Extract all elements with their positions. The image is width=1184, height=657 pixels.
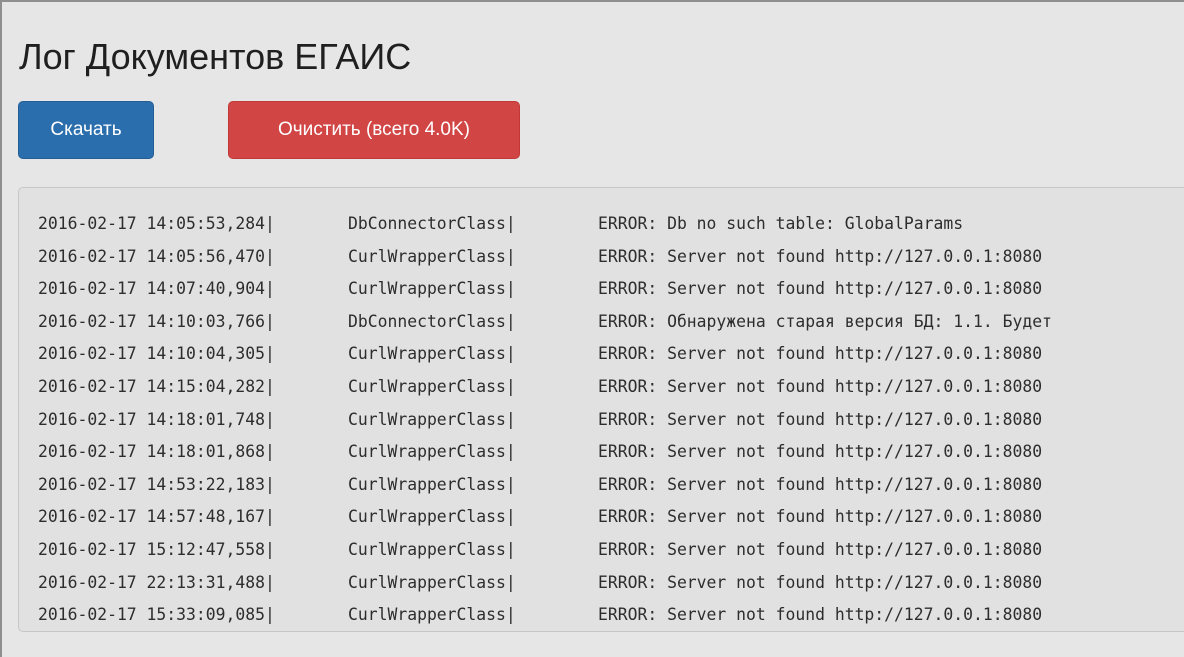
log-source: CurlWrapperClass| — [348, 474, 516, 494]
log-message: ERROR: Server not found http://127.0.0.1… — [598, 279, 1043, 299]
log-entry: 2016-02-17 22:13:31,488| CurlWrapperClass… — [38, 567, 1052, 600]
log-timestamp: 2016-02-17 15:33:09,085| — [38, 605, 275, 625]
log-message: ERROR: Db no such table: GlobalParams — [598, 214, 964, 233]
download-button[interactable]: Скачать — [18, 101, 154, 159]
log-message: ERROR: Server not found http://127.0.0.1… — [598, 344, 1043, 364]
log-timestamp: 2016-02-17 14:15:04,282| — [38, 376, 275, 396]
clear-log-button[interactable]: Очистить (всего 4.0K) — [228, 101, 520, 159]
log-source: CurlWrapperClass| — [348, 376, 516, 396]
log-timestamp: 2016-02-17 14:18:01,868| — [38, 442, 275, 462]
log-source: CurlWrapperClass| — [348, 572, 516, 592]
log-timestamp: 2016-02-17 14:10:04,305| — [38, 344, 275, 364]
log-source: DbConnectorClass| — [348, 214, 516, 233]
log-source: CurlWrapperClass| — [348, 442, 516, 462]
log-entry: 2016-02-17 14:07:40,904| CurlWrapperClass… — [38, 273, 1052, 306]
log-message: ERROR: Server not found http://127.0.0.1… — [598, 409, 1043, 429]
log-message: ERROR: Server not found http://127.0.0.1… — [598, 539, 1043, 559]
log-timestamp: 2016-02-17 14:05:56,470| — [38, 246, 275, 266]
log-entry: 2016-02-17 14:05:53,284| DbConnectorClass… — [38, 208, 1052, 241]
log-timestamp: 2016-02-17 14:10:03,766| — [38, 311, 275, 331]
log-entry: 2016-02-17 14:57:48,167| CurlWrapperClass… — [38, 501, 1052, 534]
log-source: CurlWrapperClass| — [348, 605, 516, 625]
log-source: DbConnectorClass| — [348, 311, 516, 331]
log-message: ERROR: Server not found http://127.0.0.1… — [598, 605, 1043, 625]
log-timestamp: 2016-02-17 14:05:53,284| — [38, 214, 275, 233]
log-source: CurlWrapperClass| — [348, 246, 516, 266]
log-message: ERROR: Server not found http://127.0.0.1… — [598, 474, 1043, 494]
log-list: 2016-02-17 14:05:53,284| DbConnectorClass… — [38, 208, 1052, 631]
log-entry: 2016-02-17 14:18:01,868| CurlWrapperClass… — [38, 436, 1052, 469]
log-entry: 2016-02-17 14:15:04,282| CurlWrapperClass… — [38, 371, 1052, 404]
log-timestamp: 2016-02-17 15:12:47,558| — [38, 539, 275, 559]
log-entry: 2016-02-17 14:10:03,766| DbConnectorClass… — [38, 306, 1052, 339]
log-timestamp: 2016-02-17 14:53:22,183| — [38, 474, 275, 494]
log-source: CurlWrapperClass| — [348, 279, 516, 299]
log-message: ERROR: Server not found http://127.0.0.1… — [598, 442, 1043, 462]
log-source: CurlWrapperClass| — [348, 539, 516, 559]
log-timestamp: 2016-02-17 22:13:31,488| — [38, 572, 275, 592]
log-message: ERROR: Server not found http://127.0.0.1… — [598, 246, 1043, 266]
log-entry: 2016-02-17 14:10:04,305| CurlWrapperClass… — [38, 338, 1052, 371]
log-message: ERROR: Server not found http://127.0.0.1… — [598, 507, 1043, 527]
log-source: CurlWrapperClass| — [348, 507, 516, 527]
log-timestamp: 2016-02-17 14:18:01,748| — [38, 409, 275, 429]
log-message: ERROR: Обнаружена старая версия БД: 1.1.… — [598, 311, 1052, 331]
page-title: Лог Документов ЕГАИС — [19, 36, 412, 77]
log-message: ERROR: Server not found http://127.0.0.1… — [598, 376, 1043, 396]
log-entry: 2016-02-17 15:33:09,085| CurlWrapperClass… — [38, 599, 1052, 631]
log-entry: 2016-02-17 15:12:47,558| CurlWrapperClass… — [38, 534, 1052, 567]
log-source: CurlWrapperClass| — [348, 344, 516, 364]
log-timestamp: 2016-02-17 14:07:40,904| — [38, 279, 275, 299]
log-panel[interactable]: 2016-02-17 14:05:53,284| DbConnectorClass… — [18, 187, 1184, 632]
log-message: ERROR: Server not found http://127.0.0.1… — [598, 572, 1043, 592]
log-entry: 2016-02-17 14:05:56,470| CurlWrapperClass… — [38, 241, 1052, 274]
log-entry: 2016-02-17 14:53:22,183| CurlWrapperClass… — [38, 469, 1052, 502]
log-source: CurlWrapperClass| — [348, 409, 516, 429]
log-entry: 2016-02-17 14:18:01,748| CurlWrapperClass… — [38, 404, 1052, 437]
app-window: Лог Документов ЕГАИС Скачать Очистить (в… — [0, 0, 1184, 657]
log-timestamp: 2016-02-17 14:57:48,167| — [38, 507, 275, 527]
